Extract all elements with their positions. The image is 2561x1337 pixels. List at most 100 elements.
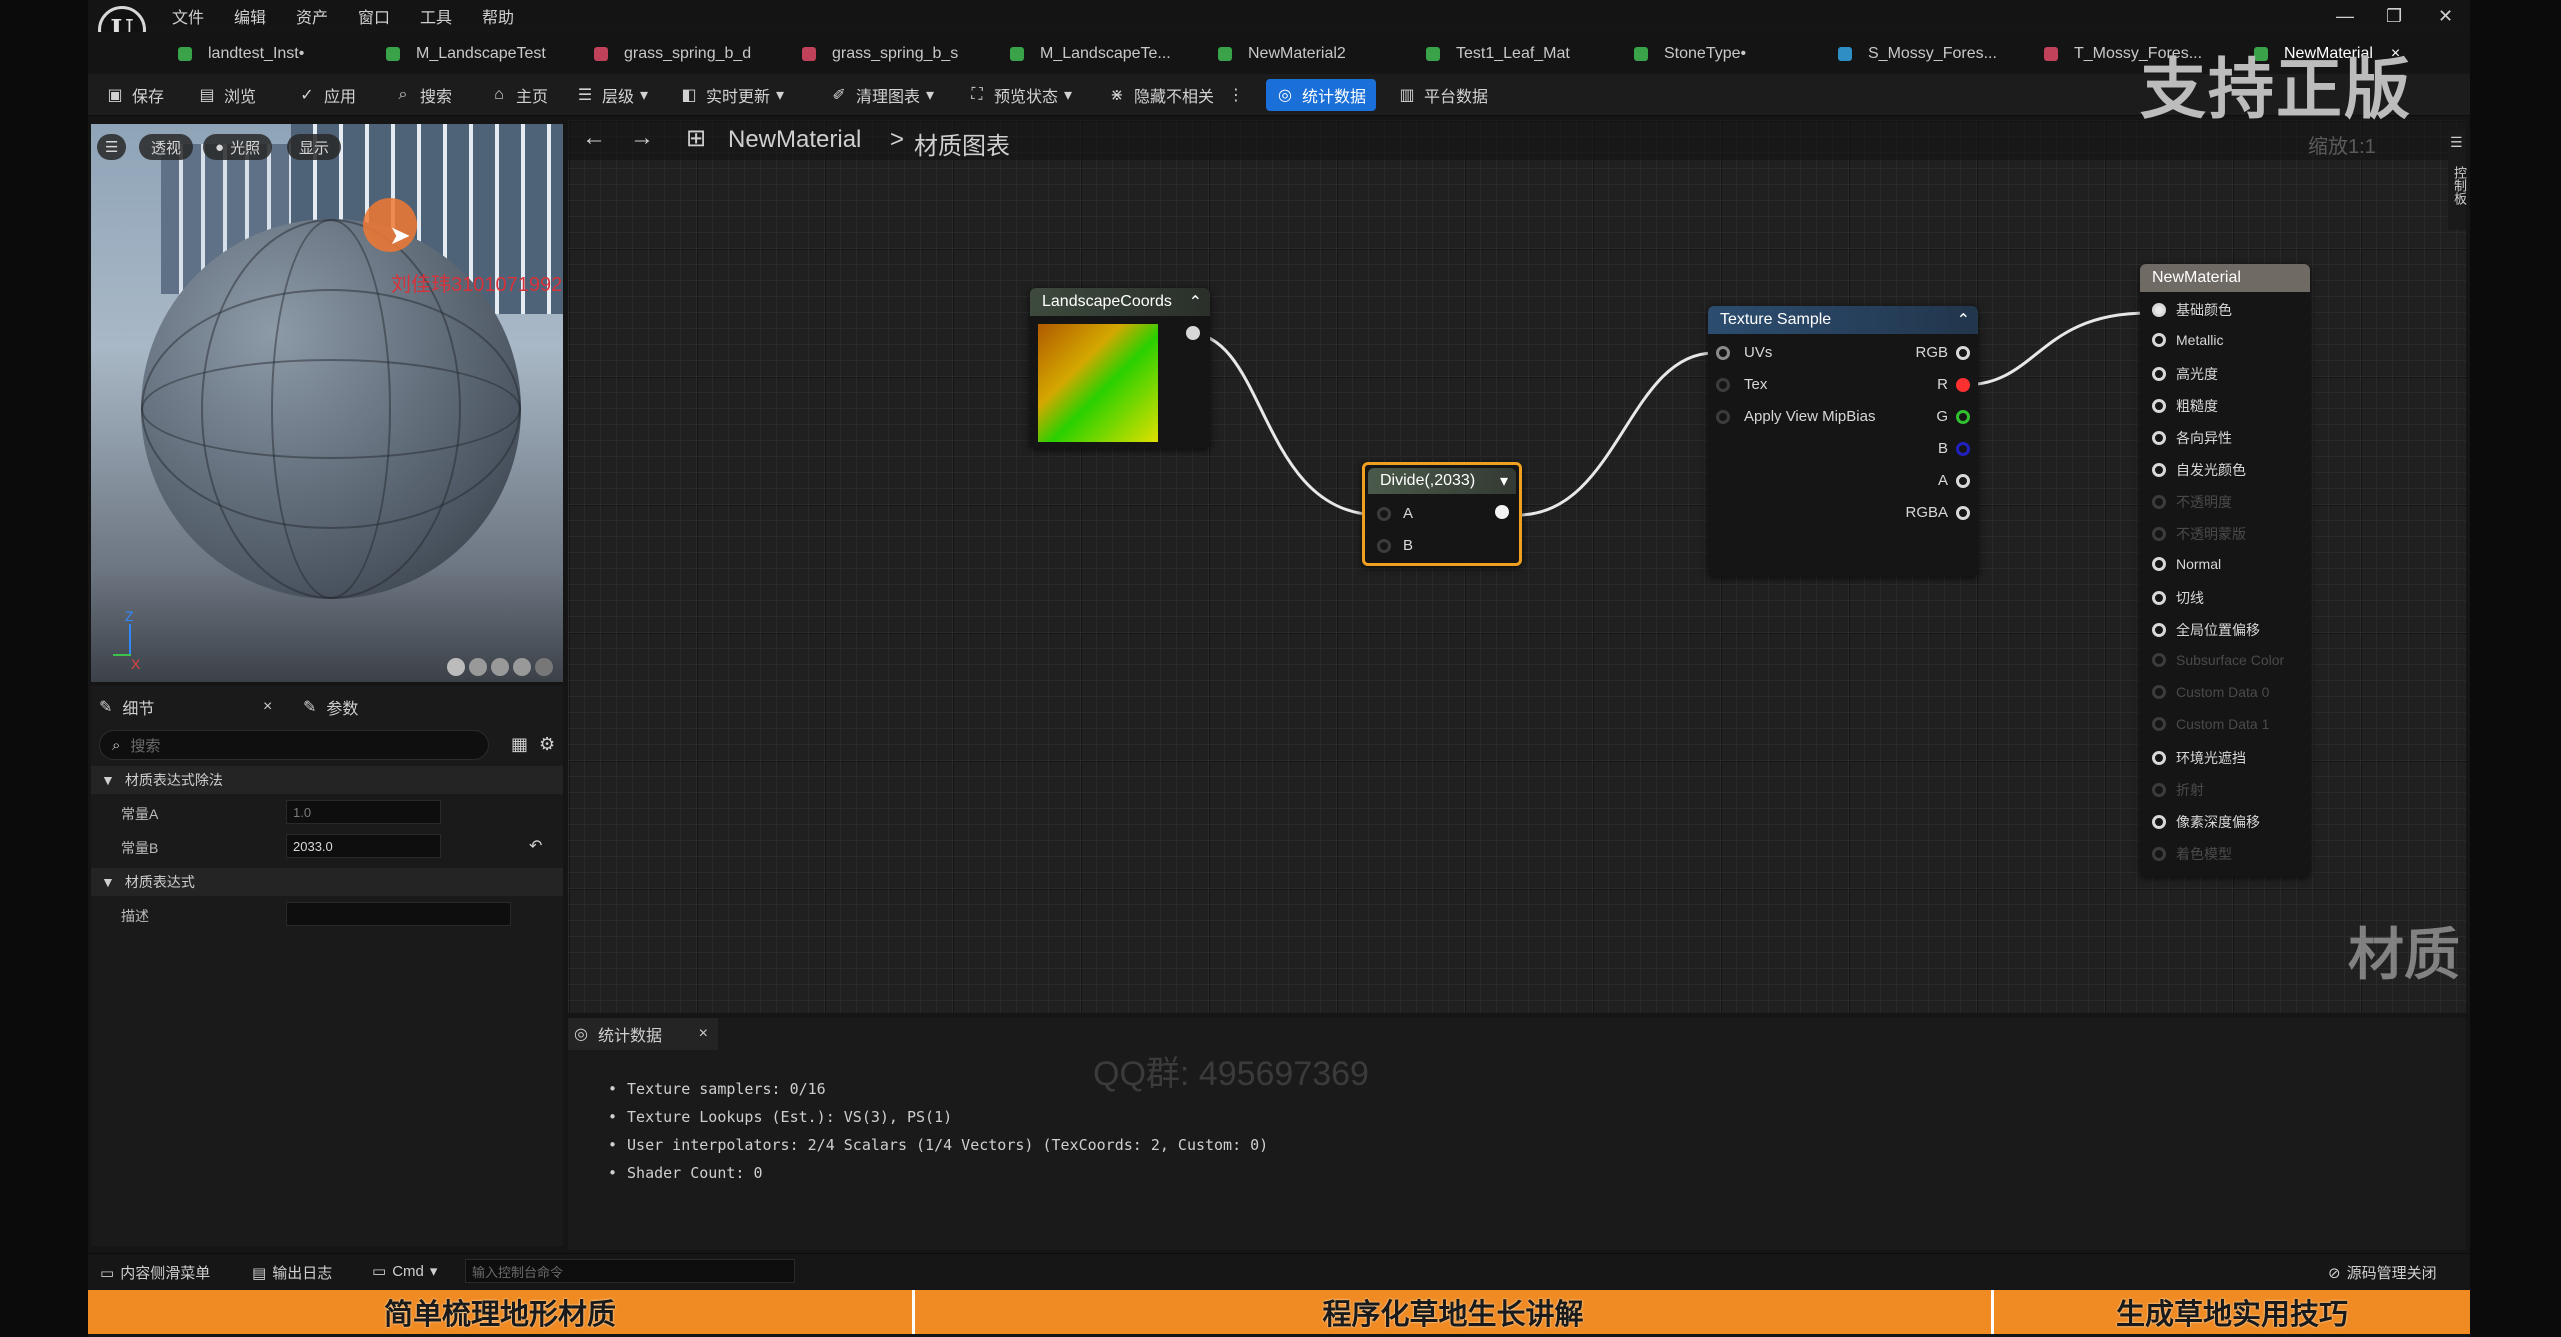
material-input-pin-row[interactable]: 切线 xyxy=(2152,588,2204,608)
input-pin[interactable] xyxy=(2152,431,2166,445)
preview-state-dropdown[interactable]: ⛶ 预览状态 ▾ xyxy=(968,82,1072,108)
material-input-pin-row[interactable]: 不透明蒙版 xyxy=(2152,524,2246,544)
cmd-dropdown[interactable]: ▭ Cmd ▾ xyxy=(372,1262,437,1280)
input-pin[interactable] xyxy=(1716,377,1730,392)
material-input-pin-row[interactable]: 自发光颜色 xyxy=(2152,460,2246,480)
content-drawer-button[interactable]: ▭ 内容侧滑菜单 xyxy=(100,1262,210,1283)
texture-output-g[interactable]: G xyxy=(1936,408,1970,425)
material-preview-viewport[interactable]: ☰ 透视 ● 光照 显示 ➤ 刘佳玮31010719920 7181712 Z X xyxy=(91,124,563,682)
texture-sample-node[interactable]: Texture Sample ⌃ UVs Tex Apply View MipBi… xyxy=(1708,306,1978,576)
menu-edit[interactable]: 编辑 xyxy=(234,4,266,28)
tab-newmaterial2[interactable]: NewMaterial2 xyxy=(1218,40,1346,68)
details-search-input[interactable]: ⌕ 搜索 xyxy=(99,730,489,760)
material-graph-canvas[interactable]: ← → ⊞ NewMaterial > 材质图表 缩放1:1 ☰ 控制板 Lan… xyxy=(568,120,2467,1055)
output-pin[interactable] xyxy=(1956,345,1970,360)
minimize-button[interactable]: — xyxy=(2336,6,2354,27)
lit-button[interactable]: ● 光照 xyxy=(203,134,273,160)
divide-input-b[interactable]: B xyxy=(1377,537,1413,554)
input-pin[interactable] xyxy=(2152,463,2166,477)
platform-stats-button[interactable]: ▥ 平台数据 xyxy=(1398,82,1488,108)
viewport-menu-button[interactable]: ☰ xyxy=(97,134,127,160)
clean-graph-dropdown[interactable]: ✐ 清理图表 ▾ xyxy=(830,82,934,108)
input-pin[interactable] xyxy=(1377,538,1391,553)
tab-landtest-inst[interactable]: landtest_Inst• xyxy=(178,40,304,68)
restore-button[interactable]: ❐ xyxy=(2386,6,2402,27)
texture-output-b[interactable]: B xyxy=(1938,440,1970,457)
input-pin[interactable] xyxy=(2152,623,2166,637)
input-pin[interactable] xyxy=(2152,303,2166,317)
tab-test1-leaf-mat[interactable]: Test1_Leaf_Mat xyxy=(1426,40,1570,68)
tab-grass-spring-b-s[interactable]: grass_spring_b_s xyxy=(802,40,958,68)
output-pin[interactable] xyxy=(1956,473,1970,488)
plane-preview-icon[interactable] xyxy=(491,658,509,676)
output-pin[interactable] xyxy=(1956,441,1970,456)
grid-view-icon[interactable]: ▦ xyxy=(511,734,528,755)
menu-assets[interactable]: 资产 xyxy=(296,4,328,28)
output-pin[interactable] xyxy=(1495,505,1509,519)
menu-tools[interactable]: 工具 xyxy=(420,4,452,28)
input-pin[interactable] xyxy=(2152,399,2166,413)
input-pin[interactable] xyxy=(2152,527,2166,541)
save-button[interactable]: ▣ 保存 xyxy=(106,82,164,108)
material-result-node[interactable]: NewMaterial 基础颜色 Metallic 高光度 粗糙度 各向异性 自发光颜色不… xyxy=(2140,264,2310,876)
material-input-pin-row[interactable]: Metallic xyxy=(2152,332,2223,348)
input-pin[interactable] xyxy=(2152,685,2166,699)
input-pin[interactable] xyxy=(1716,345,1730,360)
material-input-pin-row[interactable]: 基础颜色 xyxy=(2152,300,2232,320)
material-input-pin-row[interactable]: 各向异性 xyxy=(2152,428,2232,448)
texture-input-tex[interactable]: Tex xyxy=(1716,376,1767,393)
output-pin[interactable] xyxy=(1956,505,1970,520)
material-input-pin-row[interactable]: 粗糙度 xyxy=(2152,396,2218,416)
sphere-preview-icon[interactable] xyxy=(469,658,487,676)
chevron-down-icon[interactable]: ▾ xyxy=(1500,471,1508,491)
hierarchy-dropdown[interactable]: ☰ 层级 ▾ xyxy=(576,82,648,108)
input-pin[interactable] xyxy=(2152,815,2166,829)
console-command-input[interactable]: 输入控制台命令 xyxy=(465,1259,795,1283)
output-pin[interactable] xyxy=(1956,377,1970,392)
apply-button[interactable]: ✓ 应用 xyxy=(298,82,356,108)
material-input-pin-row[interactable]: 着色模型 xyxy=(2152,844,2232,864)
show-button[interactable]: 显示 xyxy=(287,134,342,160)
input-pin[interactable] xyxy=(2152,591,2166,605)
divide-node[interactable]: Divide(,2033) ▾ A B xyxy=(1362,462,1522,566)
material-input-pin-row[interactable]: Normal xyxy=(2152,556,2221,572)
stats-close-icon[interactable]: × xyxy=(699,1025,708,1043)
texture-output-r[interactable]: R xyxy=(1937,376,1970,393)
desc-field[interactable] xyxy=(286,902,511,926)
material-input-pin-row[interactable]: Custom Data 0 xyxy=(2152,684,2269,700)
input-pin[interactable] xyxy=(2152,847,2166,861)
output-log-button[interactable]: ▤ 输出日志 xyxy=(252,1262,332,1283)
input-pin[interactable] xyxy=(2152,557,2166,571)
close-window-button[interactable]: ✕ xyxy=(2438,6,2453,27)
input-pin[interactable] xyxy=(2152,783,2166,797)
tab-s-mossy-fores[interactable]: S_Mossy_Fores... xyxy=(1838,40,1997,68)
source-control-button[interactable]: ⊘ 源码管理关闭 xyxy=(2328,1262,2437,1283)
search-button[interactable]: ⌕ 搜索 xyxy=(394,82,453,108)
more-options-icon[interactable]: ⋮ xyxy=(1228,85,1244,105)
collapse-icon[interactable]: ⌃ xyxy=(1189,292,1202,312)
input-pin[interactable] xyxy=(2152,495,2166,509)
tab-stonetype[interactable]: StoneType• xyxy=(1634,40,1746,68)
menu-help[interactable]: 帮助 xyxy=(482,4,514,28)
tab-m-landscapetest[interactable]: M_LandscapeTest xyxy=(386,40,546,68)
hide-unrelated-button[interactable]: ⋇ 隐藏不相关 ⋮ xyxy=(1108,82,1244,108)
output-pin[interactable] xyxy=(1956,409,1970,424)
input-pin[interactable] xyxy=(1716,409,1730,424)
home-button[interactable]: ⌂ 主页 xyxy=(490,82,548,108)
menu-file[interactable]: 文件 xyxy=(172,4,204,28)
section-expression[interactable]: ▼ 材质表达式 xyxy=(91,868,563,896)
tab-parameters[interactable]: ✎ 参数 xyxy=(303,692,358,722)
divide-input-a[interactable]: A xyxy=(1377,505,1413,522)
input-pin[interactable] xyxy=(2152,717,2166,731)
texture-output-rgb[interactable]: RGB xyxy=(1915,344,1970,361)
browse-button[interactable]: ▤ 浏览 xyxy=(198,82,256,108)
stats-button[interactable]: ◎ 统计数据 xyxy=(1266,79,1377,111)
material-input-pin-row[interactable]: 高光度 xyxy=(2152,364,2218,384)
input-pin[interactable] xyxy=(2152,333,2166,347)
stats-panel-tab[interactable]: ◎ 统计数据 × xyxy=(568,1018,718,1050)
cylinder-preview-icon[interactable] xyxy=(447,658,465,676)
details-close-icon[interactable]: × xyxy=(263,698,272,716)
texture-input-uvs[interactable]: UVs xyxy=(1716,344,1772,361)
tab-grass-spring-b-d[interactable]: grass_spring_b_d xyxy=(594,40,751,68)
input-pin[interactable] xyxy=(2152,653,2166,667)
